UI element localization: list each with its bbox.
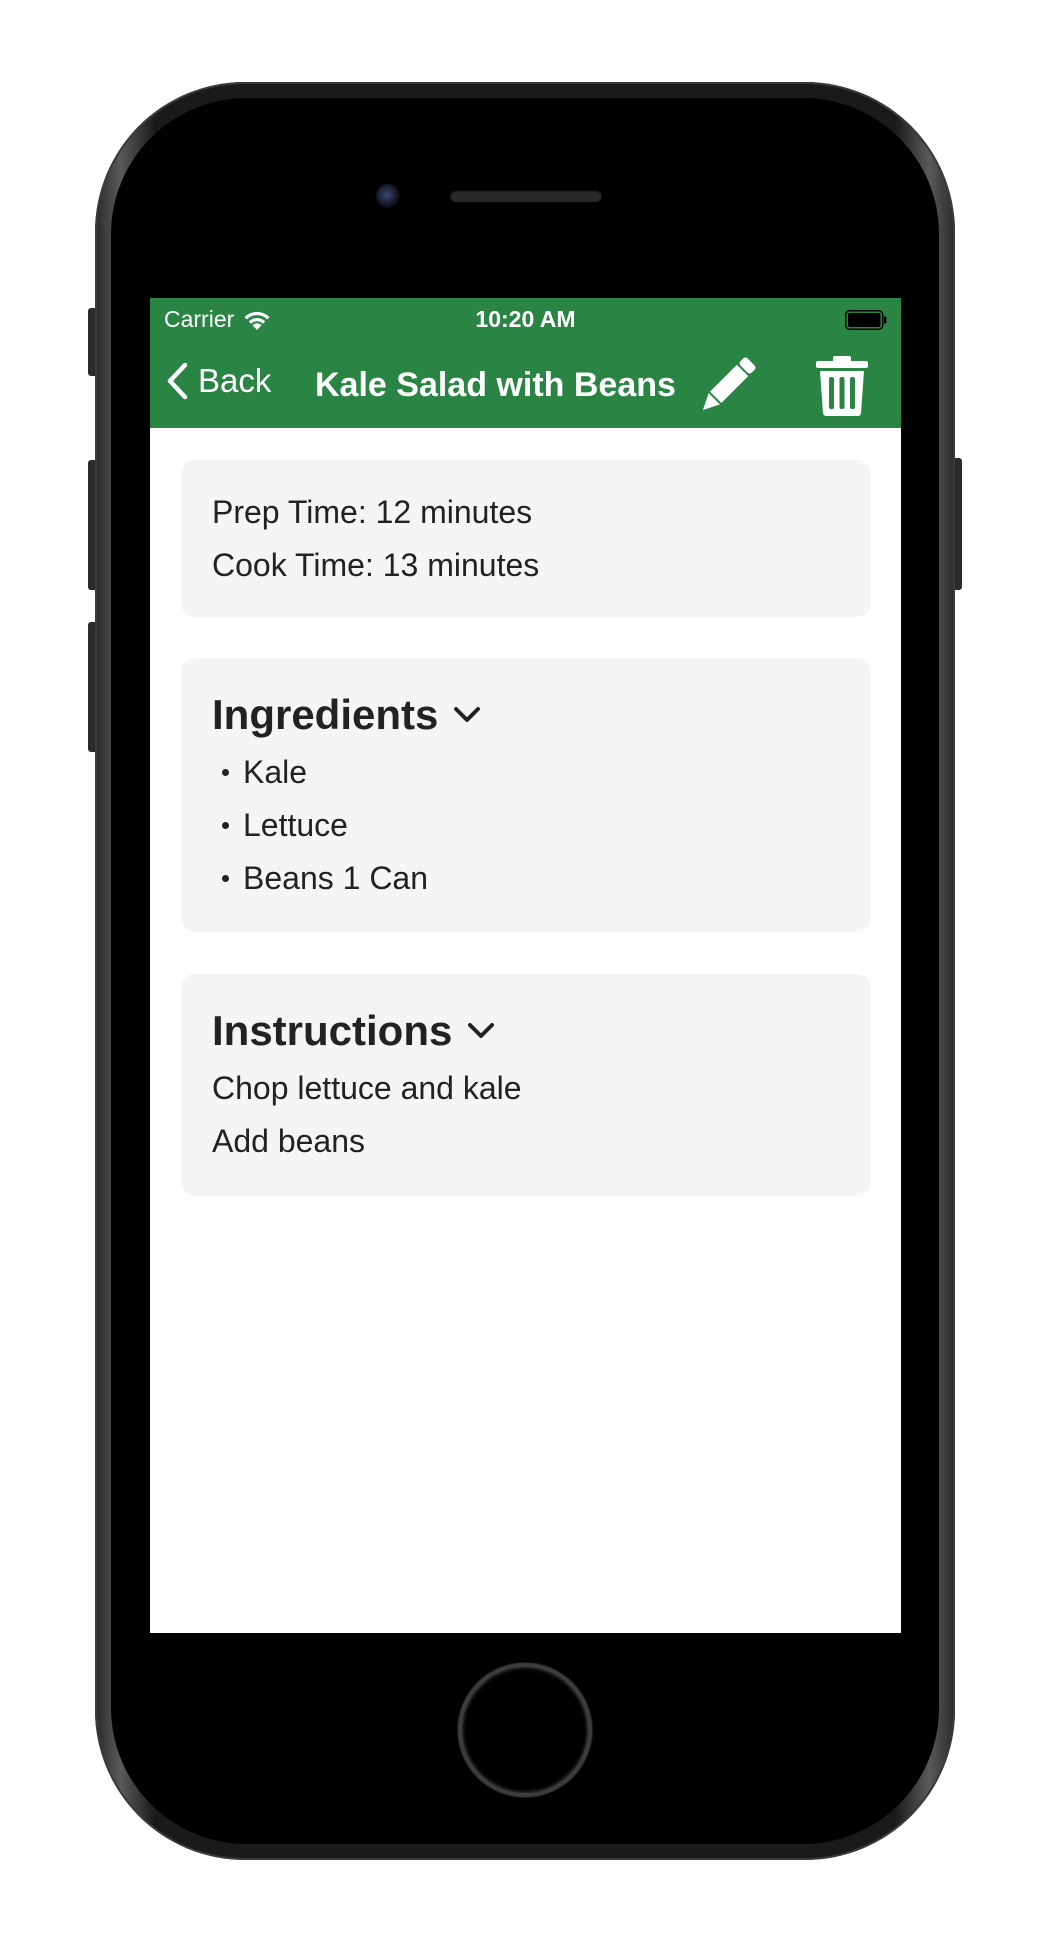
instructions-toggle[interactable]: Instructions	[212, 974, 871, 1058]
ingredients-card: Ingredients Kale Lettuce Beans 1 Can	[181, 658, 871, 932]
bullet-icon	[222, 769, 229, 776]
page-title: Kale Salad with Beans	[315, 366, 676, 404]
app-screen: Carrier 10:20 AM Back Kale Salad with Be…	[150, 298, 901, 1633]
ingredient-text: Beans 1 Can	[243, 860, 429, 896]
trash-icon	[816, 356, 868, 416]
prep-time: Prep Time: 12 minutes	[212, 494, 533, 530]
status-time: 10:20 AM	[475, 306, 576, 332]
home-button[interactable]	[458, 1663, 592, 1797]
list-item: Kale	[222, 746, 871, 799]
battery-icon	[845, 310, 887, 330]
chevron-down-icon	[468, 1023, 495, 1038]
list-item: Lettuce	[222, 799, 871, 852]
back-button[interactable]: Back	[166, 362, 271, 400]
instruction-step: Chop lettuce and kale	[212, 1070, 522, 1106]
bullet-icon	[222, 875, 229, 882]
edit-button[interactable]	[695, 354, 759, 418]
list-item: Beans 1 Can	[222, 852, 871, 905]
navigation-bar: Back Kale Salad with Beans	[150, 342, 901, 428]
earpiece-speaker	[450, 190, 602, 202]
front-camera	[376, 184, 400, 208]
back-label: Back	[198, 362, 272, 399]
status-bar: Carrier 10:20 AM	[150, 298, 901, 342]
instruction-step: Add beans	[212, 1123, 366, 1159]
cook-time: Cook Time: 13 minutes	[212, 547, 540, 583]
ingredients-title: Ingredients	[212, 691, 439, 738]
pencil-icon	[702, 357, 756, 411]
bullet-icon	[222, 822, 229, 829]
ingredients-list: Kale Lettuce Beans 1 Can	[212, 746, 871, 905]
instructions-title: Instructions	[212, 1007, 453, 1054]
ingredients-toggle[interactable]: Ingredients	[212, 658, 871, 742]
instructions-list: Chop lettuce and kale Add beans	[212, 1062, 871, 1168]
delete-button[interactable]	[814, 354, 870, 418]
chevron-down-icon	[454, 707, 481, 722]
ingredient-text: Kale	[243, 754, 308, 790]
recipe-times-card: Prep Time: 12 minutes Cook Time: 13 minu…	[181, 460, 871, 617]
chevron-left-icon	[167, 362, 188, 400]
instructions-card: Instructions Chop lettuce and kale Add b…	[181, 974, 871, 1196]
ingredient-text: Lettuce	[243, 807, 348, 843]
